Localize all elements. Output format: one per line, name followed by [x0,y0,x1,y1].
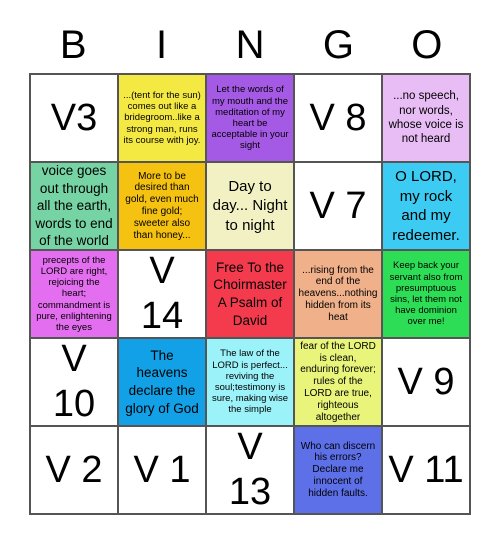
bingo-grid: V3 ...(tent for the sun) comes out like … [29,73,471,515]
bingo-cell[interactable]: Keep back your servant also from presump… [382,250,470,338]
bingo-cell[interactable]: V 13 [206,426,294,514]
bingo-cell[interactable]: More to be desired than gold, even much … [118,162,206,250]
header-letter-g: G [322,23,354,67]
bingo-cell[interactable]: ...no speech, nor words, whose voice is … [382,74,470,162]
bingo-cell[interactable]: ...rising from the end of the heavens...… [294,250,382,338]
bingo-cell[interactable]: Who can discern his errors? Declare me i… [294,426,382,514]
bingo-cell[interactable]: precepts of the LORD are right, rejoicin… [30,250,118,338]
bingo-cell[interactable]: Day to day... Night to night [206,162,294,250]
bingo-cell[interactable]: V 2 [30,426,118,514]
header-letter-o: O [411,23,443,67]
bingo-cell[interactable]: V3 [30,74,118,162]
bingo-cell[interactable]: V 10 [30,338,118,426]
bingo-cell[interactable]: V 11 [382,426,470,514]
bingo-cell[interactable]: Let the words of my mouth and the medita… [206,74,294,162]
header-letter-n: N [235,23,265,67]
bingo-cell[interactable]: The law of the LORD is perfect... revivi… [206,338,294,426]
bingo-cell[interactable]: V 9 [382,338,470,426]
bingo-cell[interactable]: V 1 [118,426,206,514]
bingo-cell[interactable]: V 14 [118,250,206,338]
header-letter-i: I [156,23,168,67]
bingo-cell[interactable]: fear of the LORD is clean, enduring fore… [294,338,382,426]
bingo-cell[interactable]: ...(tent for the sun) comes out like a b… [118,74,206,162]
bingo-cell[interactable]: O LORD, my rock and my redeemer. [382,162,470,250]
bingo-cell[interactable]: The heavens declare the glory of God [118,338,206,426]
bingo-header: B I N G O [29,20,471,70]
bingo-cell free-space[interactable]: Free To the Choirmaster A Psalm of David [206,250,294,338]
bingo-cell[interactable]: V 8 [294,74,382,162]
bingo-cell[interactable]: voice goes out through all the earth, wo… [30,162,118,250]
header-letter-b: B [59,23,87,67]
bingo-cell[interactable]: V 7 [294,162,382,250]
